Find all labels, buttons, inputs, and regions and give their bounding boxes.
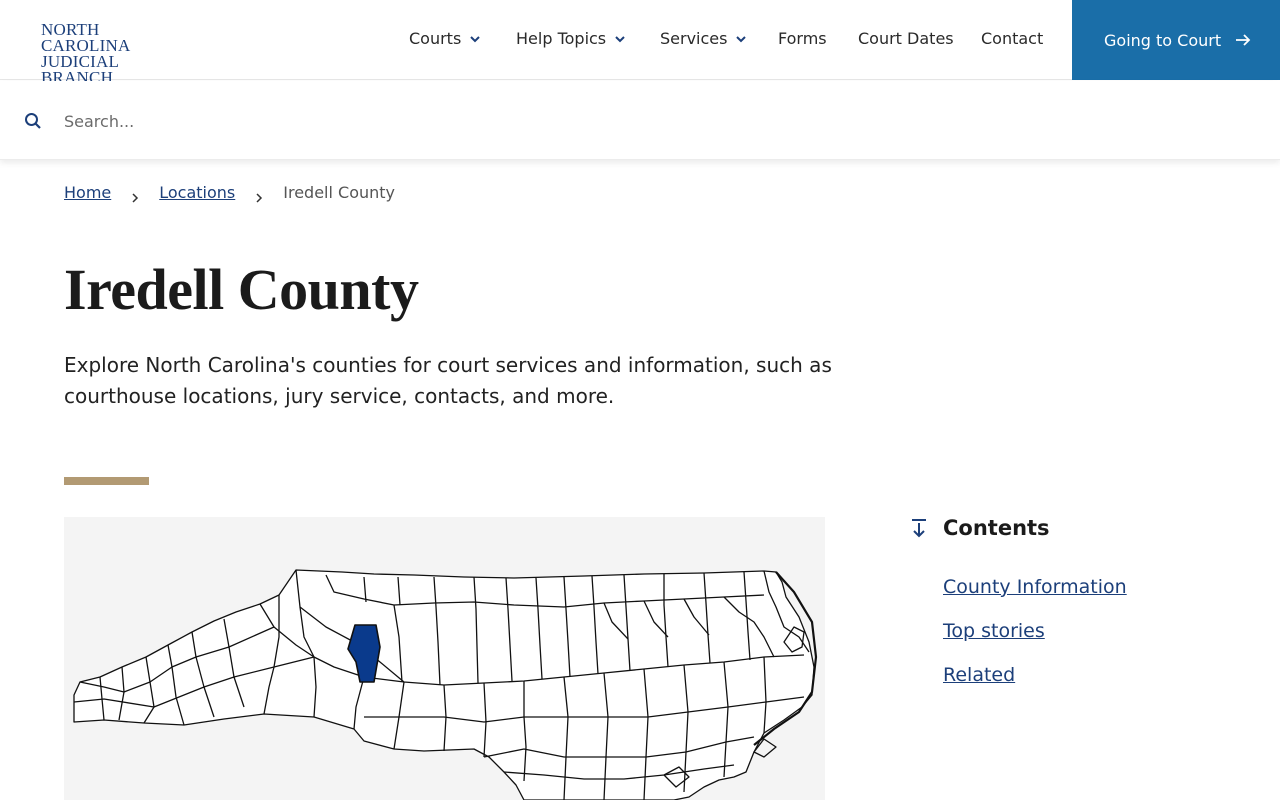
nav-court-dates[interactable]: Court Dates	[858, 29, 954, 48]
toc-county-information[interactable]: County Information	[943, 576, 1127, 598]
accent-divider	[64, 477, 149, 485]
toc-related[interactable]: Related	[943, 664, 1015, 686]
site-logo[interactable]: NORTH CAROLINA JUDICIAL BRANCH	[41, 20, 191, 86]
nav-services-label: Services	[660, 29, 728, 48]
north-carolina-map	[73, 569, 818, 800]
contents-header: Contents	[910, 516, 1240, 540]
toc-top-stories[interactable]: Top stories	[943, 620, 1045, 642]
arrow-right-icon	[1235, 33, 1251, 47]
page-title: Iredell County	[64, 257, 419, 322]
chevron-down-icon	[734, 32, 748, 46]
going-to-court-button[interactable]: Going to Court	[1072, 0, 1280, 80]
search-icon[interactable]	[24, 112, 42, 130]
toc-item: Top stories	[943, 618, 1127, 644]
nav-help-topics-label: Help Topics	[516, 29, 607, 48]
breadcrumb-home[interactable]: Home	[64, 183, 111, 202]
nav-courts[interactable]: Courts	[409, 29, 482, 48]
nav-court-dates-label: Court Dates	[858, 29, 954, 48]
nav-forms-label: Forms	[778, 29, 827, 48]
nav-services[interactable]: Services	[660, 29, 748, 48]
toc-item: Related	[943, 662, 1127, 688]
search-input[interactable]	[56, 101, 1236, 141]
nav-forms[interactable]: Forms	[778, 29, 827, 48]
nav-courts-label: Courts	[409, 29, 462, 48]
nav-contact[interactable]: Contact	[981, 29, 1043, 48]
arrow-down-to-line-icon	[910, 518, 928, 538]
search-bar	[0, 81, 1280, 160]
site-header: NORTH CAROLINA JUDICIAL BRANCH Courts He…	[0, 0, 1280, 86]
contents-title: Contents	[943, 516, 1050, 540]
going-to-court-label: Going to Court	[1104, 30, 1222, 50]
contents-panel: Contents County Information Top stories …	[910, 516, 1240, 686]
toc-item: County Information	[943, 574, 1127, 600]
chevron-right-icon	[255, 188, 263, 203]
county-map	[64, 517, 825, 800]
nav-help-topics[interactable]: Help Topics	[516, 29, 627, 48]
chevron-down-icon	[613, 32, 627, 46]
breadcrumb-locations[interactable]: Locations	[159, 183, 235, 202]
breadcrumb-current: Iredell County	[283, 183, 396, 202]
chevron-down-icon	[468, 32, 482, 46]
contents-list: County Information Top stories Related	[943, 574, 1127, 706]
chevron-right-icon	[131, 188, 139, 203]
logo-line-1: NORTH CAROLINA	[41, 20, 131, 55]
page-intro: Explore North Carolina's counties for co…	[64, 353, 832, 408]
nav-contact-label: Contact	[981, 29, 1044, 48]
breadcrumb: Home Locations Iredell County	[64, 183, 396, 203]
